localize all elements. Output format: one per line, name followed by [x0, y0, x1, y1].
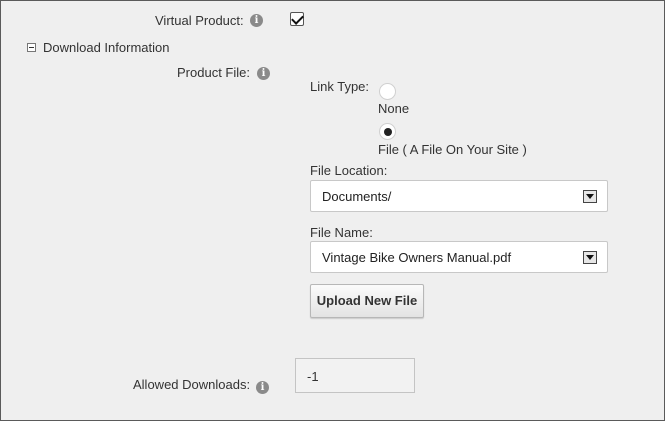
allowed-downloads-label: Allowed Downloads:	[133, 377, 251, 392]
allowed-downloads-value: -1	[307, 369, 319, 384]
info-icon[interactable]: i	[257, 67, 270, 80]
file-name-label: File Name:	[310, 225, 373, 240]
link-type-none-radio[interactable]	[379, 83, 396, 100]
download-information-heading[interactable]: Download Information	[43, 40, 169, 55]
file-location-value: Documents/	[322, 189, 392, 204]
link-type-label: Link Type:	[310, 79, 370, 94]
info-icon[interactable]: i	[256, 381, 269, 394]
allowed-downloads-input[interactable]: -1	[295, 358, 415, 393]
file-location-select[interactable]: Documents/	[310, 180, 608, 212]
link-type-file-radio[interactable]	[379, 123, 396, 140]
file-name-value: Vintage Bike Owners Manual.pdf	[322, 250, 512, 265]
virtual-product-label: Virtual Product:	[155, 13, 244, 28]
file-location-label: File Location:	[310, 163, 388, 178]
radio-selected-dot	[384, 128, 392, 136]
product-file-label: Product File:	[177, 65, 250, 80]
upload-new-file-button[interactable]: Upload New File	[310, 284, 424, 318]
product-download-settings-panel: Virtual Product: i Download Information …	[0, 0, 665, 421]
info-icon[interactable]: i	[250, 14, 263, 27]
dropdown-arrow-icon[interactable]	[583, 190, 597, 203]
link-type-none-label[interactable]: None	[378, 101, 409, 116]
link-type-file-label[interactable]: File ( A File On Your Site )	[378, 142, 527, 157]
collapse-icon[interactable]	[27, 43, 36, 52]
dropdown-arrow-icon[interactable]	[583, 251, 597, 264]
virtual-product-checkbox[interactable]	[290, 12, 304, 26]
file-name-select[interactable]: Vintage Bike Owners Manual.pdf	[310, 241, 608, 273]
checkmark-icon	[291, 12, 304, 25]
